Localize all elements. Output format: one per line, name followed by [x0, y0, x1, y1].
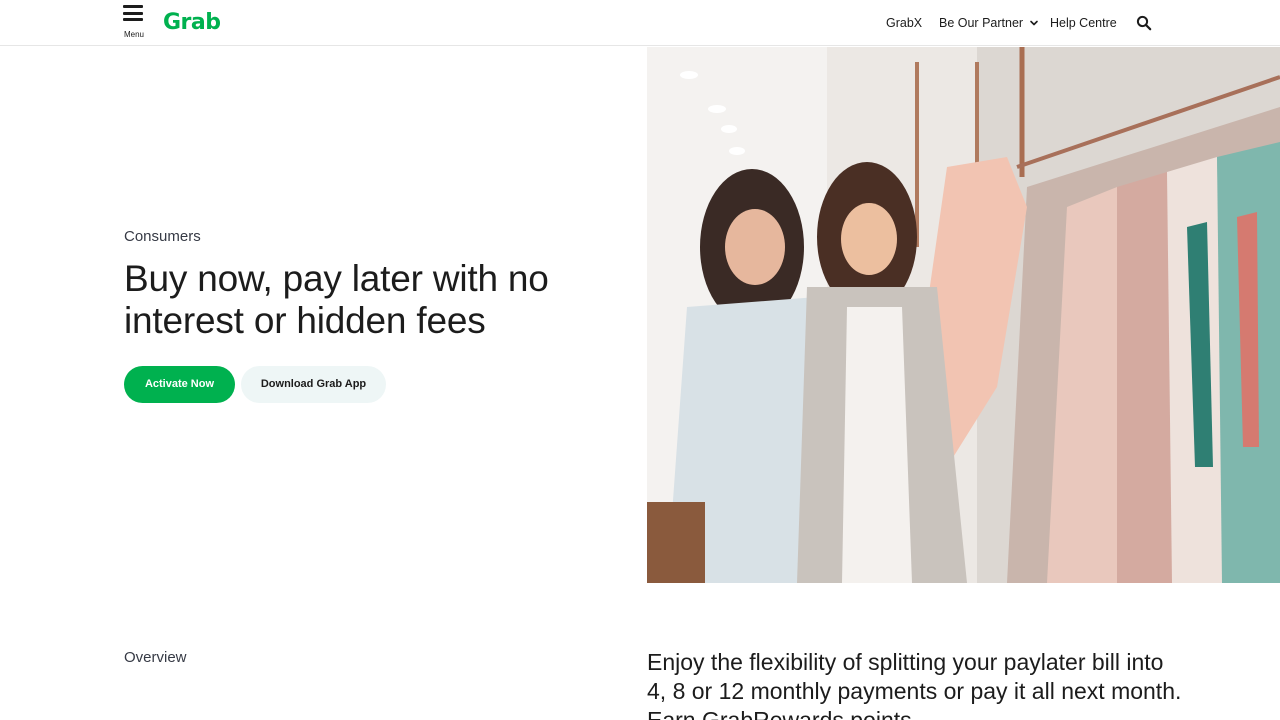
shopping-photo-illustration [647, 47, 1280, 583]
menu-button[interactable]: Menu [122, 4, 146, 40]
grab-logo[interactable]: Grab [163, 9, 225, 37]
top-header: Menu Grab GrabX Be Our Partner Help Cent… [0, 0, 1280, 46]
nav-be-our-partner-label: Be Our Partner [939, 16, 1024, 30]
hero-eyebrow: Consumers [124, 228, 201, 245]
download-grab-app-button[interactable]: Download Grab App [241, 366, 386, 403]
overview-text: Enjoy the flexibility of splitting your … [647, 649, 1182, 720]
nav-be-our-partner[interactable]: Be Our Partner [939, 15, 1039, 31]
chevron-down-icon [1029, 20, 1038, 26]
overview-label: Overview [124, 649, 187, 666]
hamburger-icon [123, 5, 143, 21]
search-icon [1136, 15, 1152, 31]
menu-label: Menu [123, 30, 144, 39]
nav-help-centre[interactable]: Help Centre [1050, 15, 1117, 31]
hero-title: Buy now, pay later with no interest or h… [124, 258, 549, 341]
logo-text: Grab [163, 10, 221, 35]
hero-photo [647, 47, 1280, 583]
nav-grabx[interactable]: GrabX [886, 15, 922, 31]
activate-now-button[interactable]: Activate Now [124, 366, 235, 403]
search-button[interactable] [1136, 15, 1152, 31]
